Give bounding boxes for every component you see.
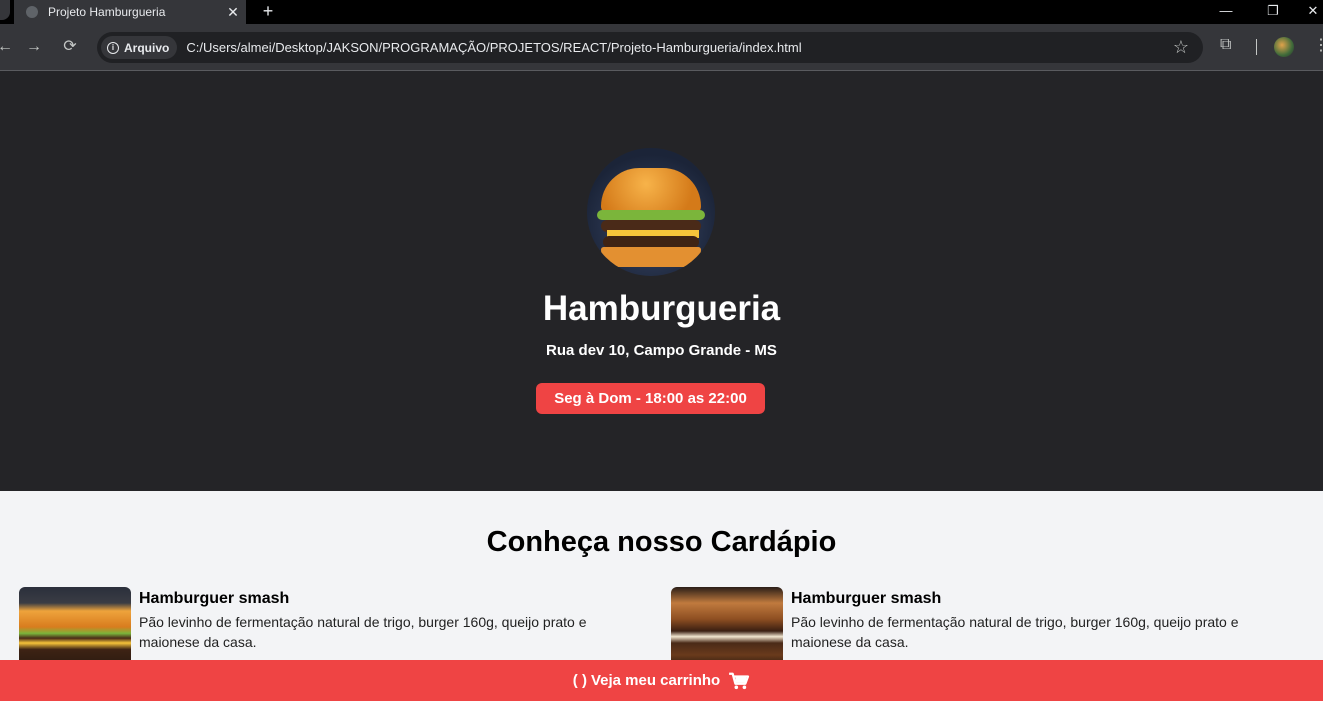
menu-item-name: Hamburguer smash (791, 590, 942, 607)
profile-avatar[interactable] (1274, 37, 1294, 57)
tab-title: Projeto Hamburgueria (48, 5, 166, 19)
bookmark-star-icon[interactable]: ☆ (1173, 37, 1189, 58)
bun-top (601, 168, 701, 214)
cart-icon (729, 672, 750, 689)
site-info-chip[interactable]: i Arquivo (101, 36, 178, 59)
toolbar-divider (1256, 39, 1257, 55)
menu-item-name: Hamburguer smash (139, 590, 290, 607)
url-text[interactable]: C:/Users/almei/Desktop/JAKSON/PROGRAMAÇÃ… (186, 40, 801, 55)
tab-edge (0, 0, 14, 24)
burger-logo (587, 148, 715, 276)
menu-item[interactable]: Hamburguer smash Pão levinho de fermenta… (671, 587, 1271, 667)
new-tab-button[interactable]: + (258, 0, 278, 24)
browser-tab-bar: Projeto Hamburgueria ✕ + — ❐ ✕ (0, 0, 1323, 24)
chip-label: Arquivo (124, 40, 170, 55)
address-text: Rua dev 10, Campo Grande - MS (546, 342, 777, 359)
menu-item-image (671, 587, 783, 667)
menu-item[interactable]: Hamburguer smash Pão levinho de fermenta… (19, 587, 619, 667)
hours-badge: Seg à Dom - 18:00 as 22:00 (536, 383, 765, 414)
cart-label: Veja meu carrinho (590, 672, 721, 689)
cart-count: ( ) (572, 672, 587, 689)
address-bar[interactable]: i Arquivo C:/Users/almei/Desktop/JAKSON/… (97, 32, 1203, 63)
menu-title: Conheça nosso Cardápio (486, 526, 837, 558)
back-button[interactable]: ← (0, 36, 16, 58)
globe-icon (26, 6, 38, 18)
browser-toolbar: ← → ⟳ i Arquivo C:/Users/almei/Desktop/J… (0, 24, 1323, 71)
more-menu-icon[interactable]: ⋮ (1313, 35, 1323, 55)
lettuce (597, 210, 705, 220)
menu-item-description: Pão levinho de fermentação natural de tr… (791, 614, 1239, 650)
cart-button[interactable]: ( ) Veja meu carrinho (0, 660, 1323, 701)
menu-item-description: Pão levinho de fermentação natural de tr… (139, 614, 587, 650)
close-tab-icon[interactable]: ✕ (224, 4, 242, 21)
bun-bottom (601, 247, 701, 267)
browser-tab[interactable]: Projeto Hamburgueria ✕ (14, 0, 246, 24)
info-icon: i (107, 41, 119, 54)
extensions-icon[interactable]: ⧉ (1220, 36, 1231, 54)
page-title: Hamburgueria (542, 289, 781, 328)
minimize-button[interactable]: — (1203, 0, 1249, 24)
menu-item-image (19, 587, 131, 667)
reload-button[interactable]: ⟳ (59, 36, 81, 58)
hero-section: Hamburgueria Rua dev 10, Campo Grande - … (0, 71, 1323, 491)
close-window-button[interactable]: ✕ (1290, 0, 1323, 24)
forward-button[interactable]: → (23, 36, 45, 58)
